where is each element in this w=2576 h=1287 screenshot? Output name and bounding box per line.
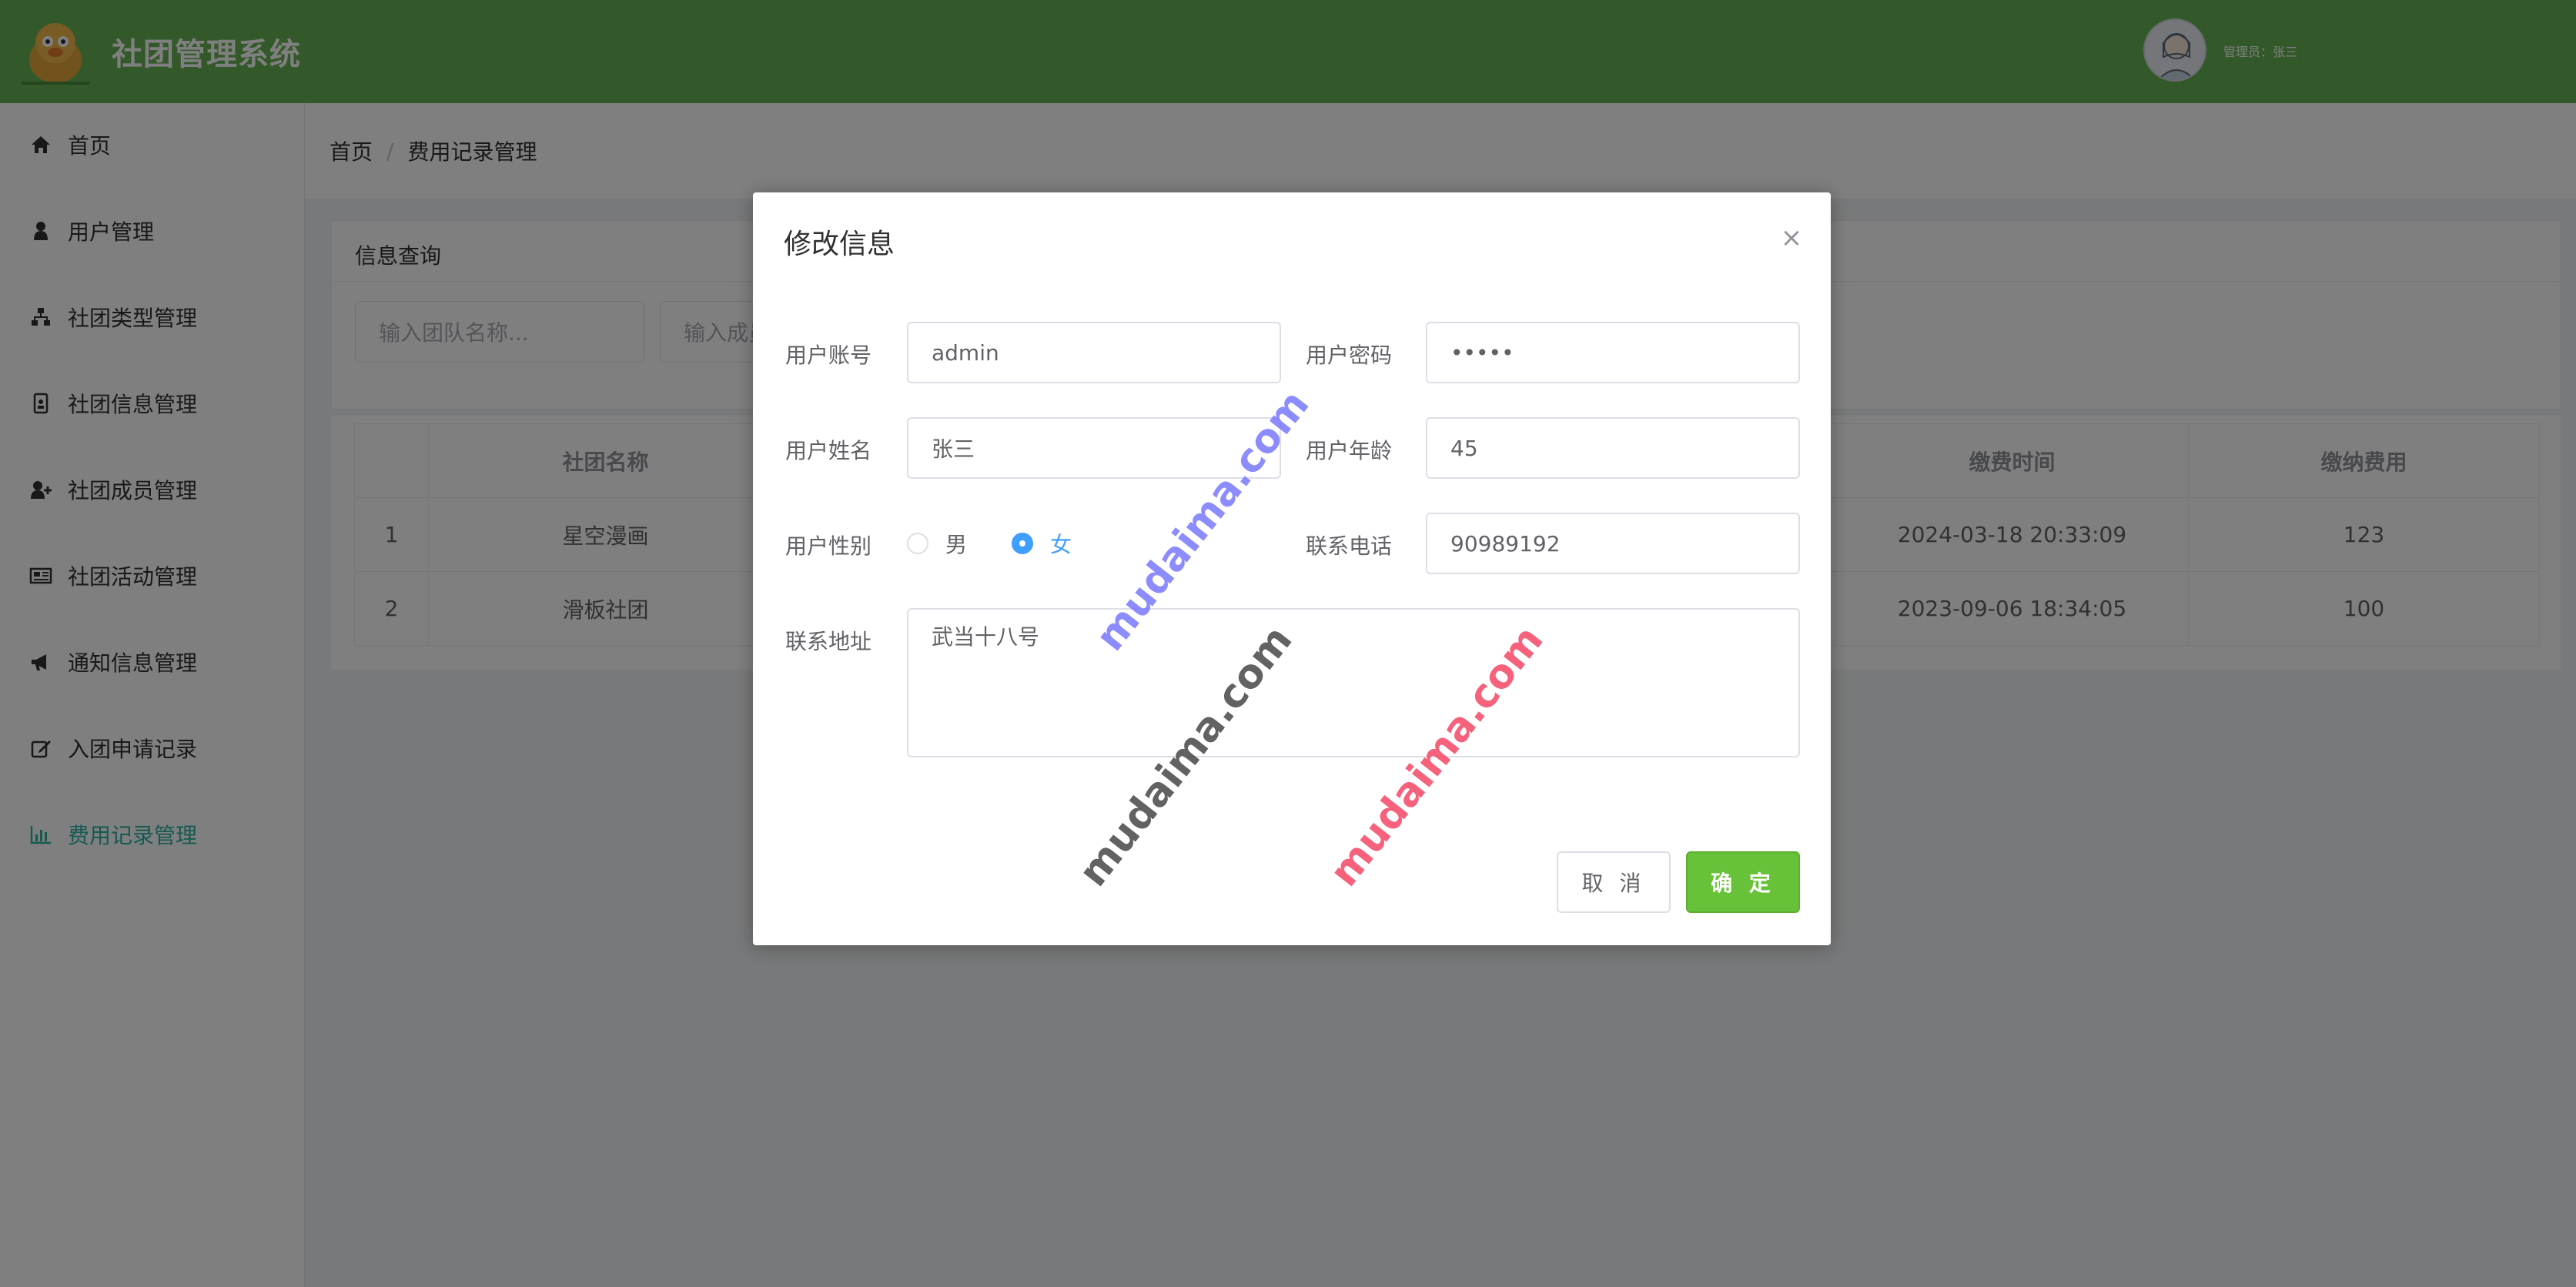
phone-label: 联系电话 (1305, 533, 1392, 559)
gender-label: 用户性别 (785, 533, 871, 559)
age-label: 用户年龄 (1305, 438, 1392, 463)
account-input[interactable]: admin (907, 322, 1281, 383)
close-icon[interactable]: × (1778, 225, 1805, 251)
account-label: 用户账号 (785, 343, 871, 368)
confirm-button[interactable]: 确 定 (1686, 851, 1800, 913)
radio-circle-checked (1012, 533, 1033, 554)
radio-label: 女 (1050, 532, 1072, 557)
name-label: 用户姓名 (785, 438, 871, 463)
radio-label: 男 (945, 532, 968, 557)
age-input[interactable]: 45 (1426, 417, 1800, 479)
dialog-title: 修改信息 (784, 229, 895, 260)
edit-info-dialog: 修改信息 × 用户账号 admin 用户密码 ••••• 用户姓名 张三 用户年… (753, 192, 1831, 945)
cancel-button[interactable]: 取 消 (1557, 851, 1671, 913)
gender-radio-male[interactable]: 男 (907, 528, 967, 559)
address-textarea[interactable]: 武当十八号 (907, 608, 1800, 757)
phone-input[interactable]: 90989192 (1426, 513, 1800, 574)
address-label: 联系地址 (785, 629, 871, 654)
password-input[interactable]: ••••• (1426, 322, 1800, 383)
password-label: 用户密码 (1305, 343, 1392, 368)
radio-circle (907, 533, 928, 554)
gender-radio-female[interactable]: 女 (1012, 528, 1072, 559)
